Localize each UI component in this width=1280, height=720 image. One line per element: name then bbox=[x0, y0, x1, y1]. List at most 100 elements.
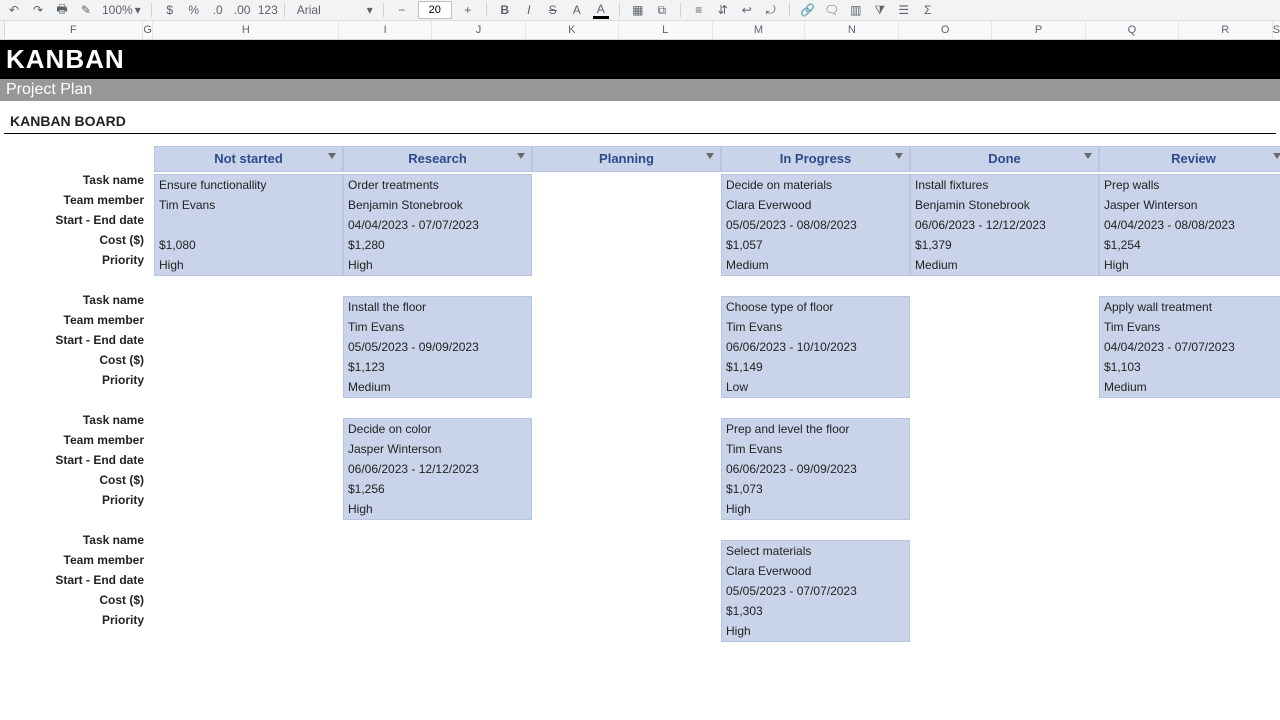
card-cost: $1,379 bbox=[911, 235, 1098, 255]
col-header[interactable]: S bbox=[1273, 21, 1280, 39]
italic-button[interactable]: I bbox=[521, 3, 537, 17]
card-dates bbox=[533, 581, 720, 601]
kanban-card[interactable]: Decide on materialsClara Everwood05/05/2… bbox=[721, 174, 910, 276]
rotate-icon[interactable]: ⤾ bbox=[763, 3, 779, 18]
paint-format-icon[interactable]: ✎ bbox=[78, 3, 94, 17]
kanban-card[interactable]: Apply wall treatmentTim Evans04/04/2023 … bbox=[1099, 296, 1280, 398]
col-header[interactable]: H bbox=[153, 21, 339, 39]
card-priority: Medium bbox=[911, 255, 1098, 275]
fill-color-icon[interactable]: A bbox=[593, 2, 609, 19]
row-label: Task name bbox=[0, 530, 154, 550]
strike-button[interactable]: S bbox=[545, 3, 561, 17]
card-member bbox=[155, 561, 342, 581]
card-priority bbox=[155, 499, 342, 519]
card-task bbox=[911, 297, 1098, 317]
kanban-card-empty bbox=[910, 418, 1099, 520]
comment-icon[interactable]: 🗨 bbox=[824, 3, 840, 17]
redo-icon[interactable]: ↷ bbox=[30, 3, 46, 17]
col-header[interactable]: K bbox=[526, 21, 619, 39]
currency-icon[interactable]: $ bbox=[162, 3, 178, 17]
card-cost bbox=[1100, 601, 1280, 621]
col-header[interactable]: N bbox=[805, 21, 899, 39]
card-dates bbox=[533, 337, 720, 357]
chevron-down-icon[interactable]: ▾ bbox=[367, 3, 373, 17]
chart-icon[interactable]: ▥ bbox=[848, 3, 864, 17]
card-task: Install the floor bbox=[344, 297, 531, 317]
card-dates: 05/05/2023 - 07/07/2023 bbox=[722, 581, 909, 601]
kanban-card-empty bbox=[1099, 540, 1280, 642]
kanban-card[interactable]: Order treatmentsBenjamin Stonebrook04/04… bbox=[343, 174, 532, 276]
kanban-card[interactable]: Install fixturesBenjamin Stonebrook06/06… bbox=[910, 174, 1099, 276]
chevron-down-icon[interactable] bbox=[895, 153, 903, 159]
v-align-icon[interactable]: ⇵ bbox=[715, 3, 731, 17]
card-priority bbox=[911, 377, 1098, 397]
kanban-card[interactable]: Prep and level the floorTim Evans06/06/2… bbox=[721, 418, 910, 520]
kanban-card-empty bbox=[154, 296, 343, 398]
card-dates bbox=[911, 337, 1098, 357]
chevron-down-icon[interactable] bbox=[706, 153, 714, 159]
col-header[interactable]: R bbox=[1179, 21, 1273, 39]
decrease-font-icon[interactable]: − bbox=[394, 3, 410, 17]
chevron-down-icon[interactable] bbox=[517, 153, 525, 159]
decrease-decimal-icon[interactable]: .0 bbox=[210, 3, 226, 17]
wrap-icon[interactable]: ↩ bbox=[739, 3, 755, 17]
zoom-select[interactable]: 100% ▾ bbox=[102, 3, 141, 17]
increase-font-icon[interactable]: + bbox=[460, 3, 476, 17]
col-header[interactable]: J bbox=[432, 21, 526, 39]
functions-icon[interactable]: Σ bbox=[920, 3, 936, 17]
kanban-card[interactable]: Prep wallsJasper Winterson04/04/2023 - 0… bbox=[1099, 174, 1280, 276]
percent-icon[interactable]: % bbox=[186, 3, 202, 17]
kanban-card-empty bbox=[910, 540, 1099, 642]
chevron-down-icon[interactable] bbox=[1084, 153, 1092, 159]
chevron-down-icon[interactable] bbox=[1273, 153, 1280, 159]
card-member: Tim Evans bbox=[722, 317, 909, 337]
font-name-select[interactable] bbox=[295, 2, 359, 18]
status-header[interactable]: Not started bbox=[154, 146, 343, 172]
print-icon[interactable]: 🖶 bbox=[54, 0, 70, 21]
card-dates bbox=[533, 459, 720, 479]
status-header[interactable]: In Progress bbox=[721, 146, 910, 172]
kanban-card[interactable]: Select materialsClara Everwood05/05/2023… bbox=[721, 540, 910, 642]
card-task: Apply wall treatment bbox=[1100, 297, 1280, 317]
row-label: Cost ($) bbox=[0, 350, 154, 370]
row-label: Priority bbox=[0, 250, 154, 270]
filter-views-icon[interactable]: ☰ bbox=[896, 3, 912, 17]
chevron-down-icon[interactable] bbox=[328, 153, 336, 159]
increase-decimal-icon[interactable]: .00 bbox=[234, 3, 250, 17]
number-format-label[interactable]: 123 bbox=[258, 3, 274, 17]
borders-icon[interactable]: ▦ bbox=[630, 3, 646, 17]
kanban-card[interactable]: Choose type of floorTim Evans06/06/2023 … bbox=[721, 296, 910, 398]
card-cost bbox=[533, 357, 720, 377]
col-header[interactable]: I bbox=[339, 21, 432, 39]
row-labels-block: Task nameTeam memberStart - End dateCost… bbox=[0, 170, 154, 270]
column-headers: F G H I J K L M N O P Q R S bbox=[0, 21, 1280, 40]
status-header[interactable]: Done bbox=[910, 146, 1099, 172]
link-icon[interactable]: 🔗 bbox=[800, 3, 816, 17]
h-align-icon[interactable]: ≡ bbox=[691, 3, 707, 17]
font-size-input[interactable] bbox=[418, 1, 452, 19]
col-header[interactable]: O bbox=[899, 21, 992, 39]
filter-icon[interactable]: ⧩ bbox=[872, 3, 888, 18]
row-label: Start - End date bbox=[0, 330, 154, 350]
kanban-card[interactable]: Decide on colorJasper Winterson06/06/202… bbox=[343, 418, 532, 520]
status-header[interactable]: Planning bbox=[532, 146, 721, 172]
row-label: Team member bbox=[0, 310, 154, 330]
card-dates bbox=[155, 337, 342, 357]
status-header[interactable]: Review bbox=[1099, 146, 1280, 172]
kanban-columns: Not startedEnsure functionallityTim Evan… bbox=[154, 146, 1280, 662]
bold-button[interactable]: B bbox=[497, 3, 513, 17]
kanban-card[interactable]: Install the floorTim Evans05/05/2023 - 0… bbox=[343, 296, 532, 398]
status-header[interactable]: Research bbox=[343, 146, 532, 172]
kanban-card[interactable]: Ensure functionallityTim Evans$1,080High bbox=[154, 174, 343, 276]
col-header[interactable]: P bbox=[992, 21, 1086, 39]
col-header[interactable]: G bbox=[143, 21, 154, 39]
col-header[interactable]: F bbox=[5, 21, 143, 39]
undo-icon[interactable]: ↶ bbox=[6, 3, 22, 17]
text-color-icon[interactable]: A bbox=[569, 3, 585, 17]
col-header[interactable]: Q bbox=[1086, 21, 1179, 39]
col-header[interactable]: M bbox=[713, 21, 806, 39]
card-cost: $1,080 bbox=[155, 235, 342, 255]
merge-icon[interactable]: ⧉ bbox=[654, 3, 670, 18]
row-label: Start - End date bbox=[0, 570, 154, 590]
col-header[interactable]: L bbox=[619, 21, 713, 39]
